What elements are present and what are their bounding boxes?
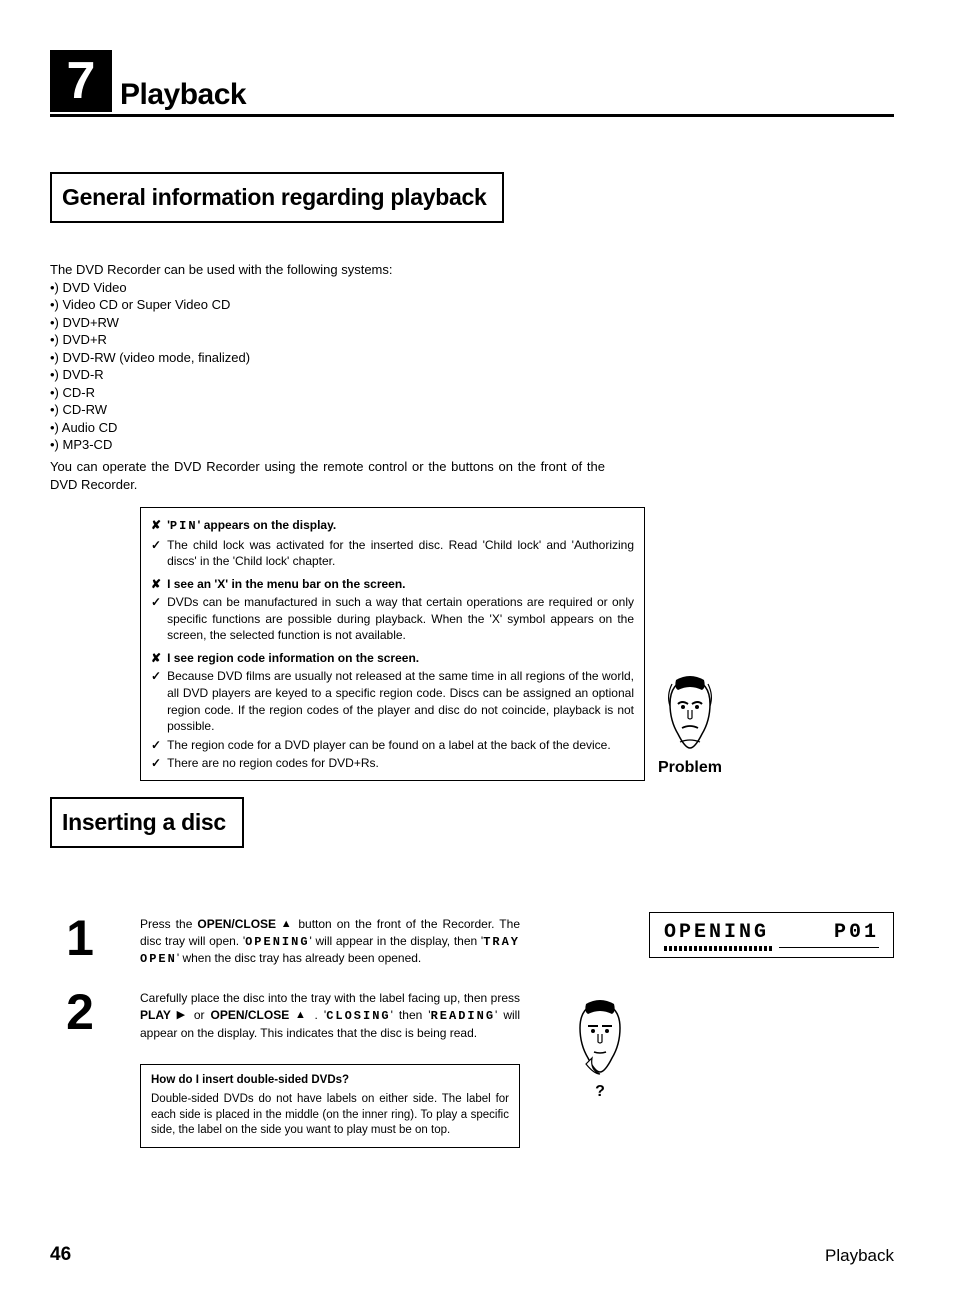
- bullet-item: •) Video CD or Super Video CD: [50, 296, 605, 314]
- face-concerned-icon: [658, 674, 722, 754]
- tip-body: Double-sided DVDs do not have labels on …: [151, 1092, 509, 1139]
- bullet-item: •) Audio CD: [50, 419, 605, 437]
- steps-area: OPENING P01 1 Press the OPEN/CLOSE ▲ but…: [50, 916, 894, 1148]
- section-heading-box: Inserting a disc: [50, 797, 244, 848]
- text: . ': [309, 1008, 327, 1022]
- problem-illustration: Problem: [650, 674, 730, 777]
- text: ' when the disc tray has already been op…: [177, 951, 421, 965]
- display-text: READING: [431, 1009, 495, 1023]
- problem-answer: There are no region codes for DVD+Rs.: [167, 755, 634, 772]
- display-text: CLOSING: [326, 1009, 390, 1023]
- intro-text: The DVD Recorder can be used with the fo…: [50, 261, 605, 279]
- step-number: 1: [50, 916, 110, 968]
- check-mark-icon: ✓: [151, 537, 161, 570]
- section-heading-box: General information regarding playback: [50, 172, 504, 223]
- display-text: PIN: [170, 519, 198, 533]
- check-mark-icon: ✓: [151, 755, 161, 772]
- text: ' appears on the display.: [198, 518, 337, 532]
- x-mark-icon: ✘: [151, 650, 161, 667]
- bullet-item: •) DVD Video: [50, 279, 605, 297]
- check-mark-icon: ✓: [151, 668, 161, 734]
- chapter-header: 7 Playback: [50, 50, 894, 117]
- question-illustration: ?: [555, 998, 645, 1101]
- problem-box: ✘ 'PIN' appears on the display. ✓The chi…: [140, 507, 645, 781]
- section-heading: General information regarding playback: [62, 184, 486, 211]
- bullet-item: •) CD-R: [50, 384, 605, 402]
- intro-block: The DVD Recorder can be used with the fo…: [50, 261, 605, 493]
- button-label: OPEN/CLOSE: [197, 917, 276, 931]
- text: ' then ': [391, 1008, 431, 1022]
- bullet-item: •) DVD+RW: [50, 314, 605, 332]
- button-label: OPEN/CLOSE: [211, 1008, 290, 1022]
- step-number: 2: [50, 990, 110, 1041]
- chapter-title: Playback: [120, 78, 246, 112]
- chapter-number-box: 7: [50, 50, 112, 112]
- problem-answer: The region code for a DVD player can be …: [167, 737, 634, 754]
- section-heading: Inserting a disc: [62, 809, 226, 836]
- lcd-underline: [779, 947, 879, 948]
- text: Carefully place the disc into the tray w…: [140, 991, 520, 1005]
- check-mark-icon: ✓: [151, 594, 161, 644]
- problem-answer: The child lock was activated for the ins…: [167, 537, 634, 570]
- tip-box: How do I insert double-sided DVDs? Doubl…: [140, 1064, 520, 1148]
- button-label: PLAY: [140, 1008, 171, 1022]
- problem-label: Problem: [650, 759, 730, 777]
- x-mark-icon: ✘: [151, 576, 161, 593]
- text: ' will appear in the display, then ': [310, 934, 484, 948]
- text: or: [188, 1008, 211, 1022]
- footer-title: Playback: [825, 1246, 894, 1266]
- x-mark-icon: ✘: [151, 517, 161, 535]
- eject-icon: ▲: [276, 918, 293, 930]
- bullet-item: •) DVD-RW (video mode, finalized): [50, 349, 605, 367]
- lcd-display: OPENING P01: [649, 912, 894, 958]
- problem-heading: I see region code information on the scr…: [167, 650, 634, 667]
- lcd-text-right: P01: [834, 921, 879, 944]
- problem-heading: I see an 'X' in the menu bar on the scre…: [167, 576, 634, 593]
- bullet-item: •) DVD-R: [50, 366, 605, 384]
- page-number: 46: [50, 1244, 71, 1266]
- bullet-item: •) DVD+R: [50, 331, 605, 349]
- lcd-progress-icon: [664, 946, 774, 951]
- eject-icon: ▲: [289, 1009, 308, 1021]
- face-thinking-icon: [568, 998, 632, 1078]
- display-text: OPENING: [245, 935, 309, 949]
- problem-panel: ✘ 'PIN' appears on the display. ✓The chi…: [140, 507, 645, 781]
- problem-answer: Because DVD films are usually not releas…: [167, 668, 634, 734]
- check-mark-icon: ✓: [151, 737, 161, 754]
- tip-title: How do I insert double-sided DVDs?: [151, 1073, 509, 1089]
- step-text: Carefully place the disc into the tray w…: [140, 990, 520, 1041]
- step-text: Press the OPEN/CLOSE ▲ button on the fro…: [140, 916, 520, 968]
- text: Press the: [140, 917, 197, 931]
- lcd-text-left: OPENING: [664, 921, 769, 944]
- bullet-item: •) CD-RW: [50, 401, 605, 419]
- question-mark-label: ?: [555, 1083, 645, 1101]
- play-icon: ▶: [171, 1009, 188, 1021]
- step-2: 2 Carefully place the disc into the tray…: [50, 990, 894, 1041]
- problem-heading: 'PIN' appears on the display.: [167, 517, 634, 535]
- outro-text: You can operate the DVD Recorder using t…: [50, 458, 605, 493]
- page-footer: 46 Playback: [50, 1244, 894, 1266]
- bullet-item: •) MP3-CD: [50, 436, 605, 454]
- problem-answer: DVDs can be manufactured in such a way t…: [167, 594, 634, 644]
